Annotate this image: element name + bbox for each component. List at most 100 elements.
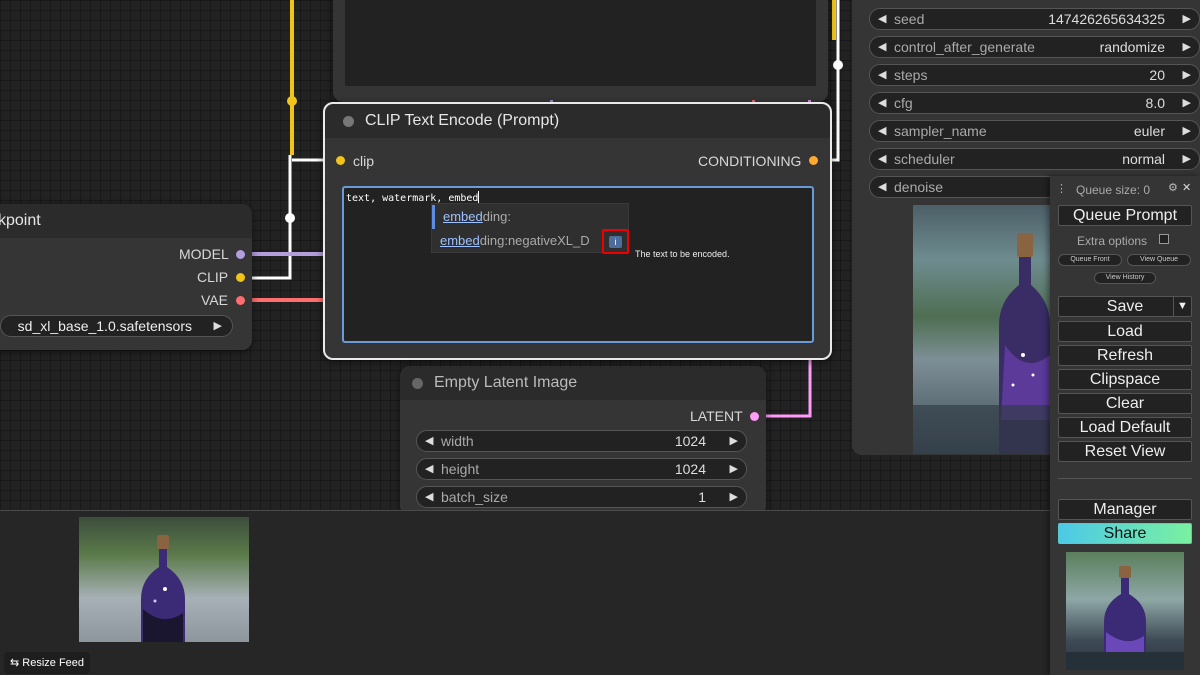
manager-button[interactable]: Manager bbox=[1058, 499, 1192, 520]
view-queue-button[interactable]: View Queue bbox=[1127, 254, 1191, 266]
widget-name: sampler_name bbox=[894, 123, 987, 139]
clip-output-label: CLIP bbox=[197, 269, 229, 285]
widget-value: 20 bbox=[1149, 67, 1165, 83]
queue-front-button[interactable]: Queue Front bbox=[1058, 254, 1122, 266]
clip-output-dot[interactable] bbox=[236, 273, 245, 282]
share-button[interactable]: Share bbox=[1058, 523, 1192, 544]
collapse-dot[interactable] bbox=[412, 378, 423, 389]
ckpt-next-arrow[interactable]: ▶ bbox=[214, 316, 222, 336]
refresh-button[interactable]: Refresh bbox=[1058, 345, 1192, 366]
load-button[interactable]: Load bbox=[1058, 321, 1192, 342]
autocomplete-match: embed bbox=[443, 209, 483, 224]
view-history-button[interactable]: View History bbox=[1094, 272, 1156, 284]
latent-width-widget[interactable]: ◀ width 1024 ▶ bbox=[416, 430, 747, 452]
resize-icon: ⇆ bbox=[10, 657, 23, 669]
save-label: Save bbox=[1106, 298, 1144, 315]
load-default-button[interactable]: Load Default bbox=[1058, 417, 1192, 438]
increment-arrow[interactable]: ▶ bbox=[1183, 65, 1191, 85]
decrement-arrow[interactable]: ◀ bbox=[425, 459, 433, 479]
decrement-arrow[interactable]: ◀ bbox=[878, 149, 886, 169]
resize-feed-label: Resize Feed bbox=[22, 657, 85, 669]
widget-name: denoise bbox=[894, 179, 944, 195]
increment-arrow[interactable]: ▶ bbox=[1183, 121, 1191, 141]
clear-button[interactable]: Clear bbox=[1058, 393, 1192, 414]
vae-output-dot[interactable] bbox=[236, 296, 245, 305]
decrement-arrow[interactable]: ◀ bbox=[878, 177, 886, 197]
increment-arrow[interactable]: ▶ bbox=[1183, 37, 1191, 57]
decrement-arrow[interactable]: ◀ bbox=[878, 121, 886, 141]
model-output-dot[interactable] bbox=[236, 250, 245, 259]
decrement-arrow[interactable]: ◀ bbox=[878, 9, 886, 29]
decrement-arrow[interactable]: ◀ bbox=[878, 37, 886, 57]
latent-output-dot[interactable] bbox=[750, 412, 759, 421]
latent-link bbox=[763, 355, 812, 418]
queue-prompt-button[interactable]: Queue Prompt bbox=[1058, 205, 1192, 226]
save-button[interactable]: Save ▼ bbox=[1058, 296, 1192, 317]
sampler-name-widget[interactable]: ◀ sampler_name euler ▶ bbox=[869, 120, 1200, 142]
widget-name: scheduler bbox=[894, 151, 955, 167]
increment-arrow[interactable]: ▶ bbox=[1183, 149, 1191, 169]
decrement-arrow[interactable]: ◀ bbox=[425, 431, 433, 451]
decrement-arrow[interactable]: ◀ bbox=[878, 65, 886, 85]
extra-options-checkbox[interactable] bbox=[1159, 234, 1169, 244]
clip-input-label: clip bbox=[353, 153, 375, 169]
collapse-dot[interactable] bbox=[343, 116, 354, 127]
increment-arrow[interactable]: ▶ bbox=[730, 487, 738, 507]
clipspace-button[interactable]: Clipspace bbox=[1058, 369, 1192, 390]
bottle-illustration bbox=[913, 233, 1050, 454]
decrement-arrow[interactable]: ◀ bbox=[878, 93, 886, 113]
close-icon[interactable]: ✕ bbox=[1182, 181, 1191, 194]
preview-image bbox=[913, 205, 1050, 454]
resize-feed-button[interactable]: ⇆ Resize Feed bbox=[4, 652, 91, 674]
latent-batch-size-widget[interactable]: ◀ batch_size 1 ▶ bbox=[416, 486, 747, 508]
clip-input-dot[interactable] bbox=[336, 156, 345, 165]
widget-value: normal bbox=[1122, 151, 1165, 167]
widget-value: euler bbox=[1133, 123, 1165, 139]
increment-arrow[interactable]: ▶ bbox=[730, 431, 738, 451]
drag-handle-icon[interactable]: ⋮ bbox=[1056, 182, 1067, 195]
menu-thumbnail-image[interactable] bbox=[1066, 552, 1184, 670]
widget-name: cfg bbox=[894, 95, 913, 111]
checkpoint-title-text: kpoint bbox=[0, 212, 41, 229]
scheduler-widget[interactable]: ◀ scheduler normal ▶ bbox=[869, 148, 1200, 170]
tooltip: The text to be encoded. bbox=[630, 246, 735, 262]
conditioning-output-dot[interactable] bbox=[809, 156, 818, 165]
save-dropdown-icon[interactable]: ▼ bbox=[1173, 297, 1191, 316]
feed-image[interactable] bbox=[79, 517, 249, 642]
steps-widget[interactable]: ◀ steps 20 ▶ bbox=[869, 64, 1200, 86]
denoise-widget[interactable]: ◀ denoise bbox=[869, 176, 1069, 198]
model-output-label: MODEL bbox=[179, 246, 229, 262]
latent-node-titlebar: Empty Latent Image bbox=[400, 366, 766, 400]
increment-arrow[interactable]: ▶ bbox=[1183, 9, 1191, 29]
ckpt-name-combo[interactable]: sd_xl_base_1.0.safetensors ▶ bbox=[0, 315, 233, 337]
clip-node-titlebar: CLIP Text Encode (Prompt) bbox=[325, 104, 830, 138]
autocomplete-match: embed bbox=[440, 233, 480, 248]
autocomplete-rest: ding:negativeXL_D bbox=[479, 233, 590, 248]
decrement-arrow[interactable]: ◀ bbox=[425, 487, 433, 507]
widget-value: 1024 bbox=[674, 461, 706, 477]
widget-value: 147426265634325 bbox=[1048, 11, 1165, 27]
autocomplete-info-highlight[interactable]: i bbox=[602, 229, 629, 254]
autocomplete-item[interactable]: embedding: bbox=[432, 205, 628, 229]
latent-height-widget[interactable]: ◀ height 1024 ▶ bbox=[416, 458, 747, 480]
reset-view-button[interactable]: Reset View bbox=[1058, 441, 1192, 462]
queue-size-label: Queue size: 0 bbox=[1076, 183, 1151, 197]
bottle-illustration bbox=[141, 535, 185, 642]
autocomplete-item[interactable]: embedding:negativeXL_D bbox=[432, 229, 628, 253]
increment-arrow[interactable]: ▶ bbox=[1183, 93, 1191, 113]
seed-widget[interactable]: ◀ seed 147426265634325 ▶ bbox=[869, 8, 1200, 30]
settings-gear-icon[interactable]: ⚙ bbox=[1168, 181, 1178, 194]
widget-value: 8.0 bbox=[1145, 95, 1165, 111]
widget-name: seed bbox=[894, 11, 925, 27]
cfg-widget[interactable]: ◀ cfg 8.0 ▶ bbox=[869, 92, 1200, 114]
autocomplete-rest: ding: bbox=[482, 209, 511, 224]
control-after-generate-widget[interactable]: ◀ control_after_generate randomize ▶ bbox=[869, 36, 1200, 58]
widget-name: width bbox=[441, 433, 474, 449]
latent-output-label: LATENT bbox=[690, 408, 743, 424]
widget-value: 1 bbox=[698, 489, 706, 505]
top-node-body bbox=[345, 0, 816, 86]
info-icon[interactable]: i bbox=[609, 236, 622, 248]
increment-arrow[interactable]: ▶ bbox=[730, 459, 738, 479]
widget-name: batch_size bbox=[441, 489, 508, 505]
top-node[interactable] bbox=[333, 0, 828, 102]
